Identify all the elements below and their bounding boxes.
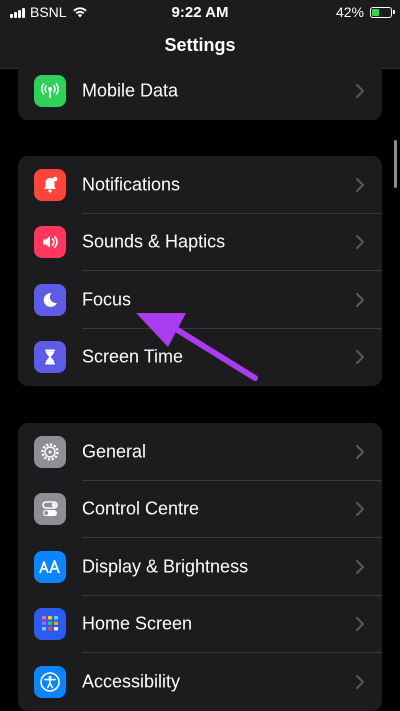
row-mobile-data[interactable]: Mobile Data	[18, 62, 382, 120]
row-label: Sounds & Haptics	[82, 231, 226, 252]
row-accessibility[interactable]: Accessibility	[18, 653, 382, 711]
status-right: 42%	[335, 4, 395, 20]
row-control-centre[interactable]: Control Centre	[18, 481, 382, 538]
row-label: Display & Brightness	[82, 556, 249, 577]
chevron-right-icon	[356, 559, 364, 574]
chevron-right-icon	[356, 502, 364, 517]
chevron-right-icon	[356, 177, 364, 192]
chevron-right-icon	[356, 617, 364, 632]
battery-icon	[370, 6, 395, 18]
app-grid-icon	[34, 608, 66, 641]
moon-icon	[34, 283, 66, 316]
battery-percentage: 42%	[335, 4, 364, 20]
settings-group-system: General Control Centre Display & Brightn…	[18, 423, 382, 711]
chevron-right-icon	[356, 83, 364, 98]
scroll-indicator[interactable]	[394, 140, 397, 188]
row-label: Control Centre	[82, 498, 200, 519]
row-label: General	[82, 441, 147, 462]
bell-icon	[34, 168, 66, 201]
row-label: Notifications	[82, 174, 181, 195]
battery-fill	[372, 8, 380, 16]
chevron-right-icon	[356, 444, 364, 459]
speaker-icon	[34, 226, 66, 259]
row-label: Screen Time	[82, 346, 184, 367]
chevron-right-icon	[356, 350, 364, 365]
chevron-right-icon	[356, 674, 364, 689]
chevron-right-icon	[356, 292, 364, 307]
status-bar: BSNL 9:22 AM 42%	[0, 0, 400, 24]
hourglass-icon	[34, 341, 66, 374]
settings-group-connectivity: Mobile Data	[18, 62, 382, 120]
row-label: Focus	[82, 289, 132, 310]
page-title: Settings	[164, 35, 236, 55]
row-sounds-haptics[interactable]: Sounds & Haptics	[18, 214, 382, 271]
row-display-brightness[interactable]: Display & Brightness	[18, 538, 382, 596]
row-general[interactable]: General	[18, 423, 382, 481]
row-label: Home Screen	[82, 613, 193, 634]
row-label: Accessibility	[82, 671, 181, 692]
row-focus[interactable]: Focus	[18, 271, 382, 329]
antenna-icon	[34, 74, 66, 107]
chevron-right-icon	[356, 235, 364, 250]
row-home-screen[interactable]: Home Screen	[18, 596, 382, 653]
row-label: Mobile Data	[82, 80, 179, 101]
settings-group-attention: Notifications Sounds & Haptics Focus Scr…	[18, 156, 382, 386]
toggles-icon	[34, 493, 66, 526]
row-screen-time[interactable]: Screen Time	[18, 329, 382, 387]
text-size-icon	[34, 550, 66, 583]
row-notifications[interactable]: Notifications	[18, 156, 382, 214]
accessibility-icon	[34, 665, 66, 698]
gear-icon	[34, 435, 66, 468]
settings-screen: BSNL 9:22 AM 42% Settings Mobile Data No…	[0, 0, 400, 711]
